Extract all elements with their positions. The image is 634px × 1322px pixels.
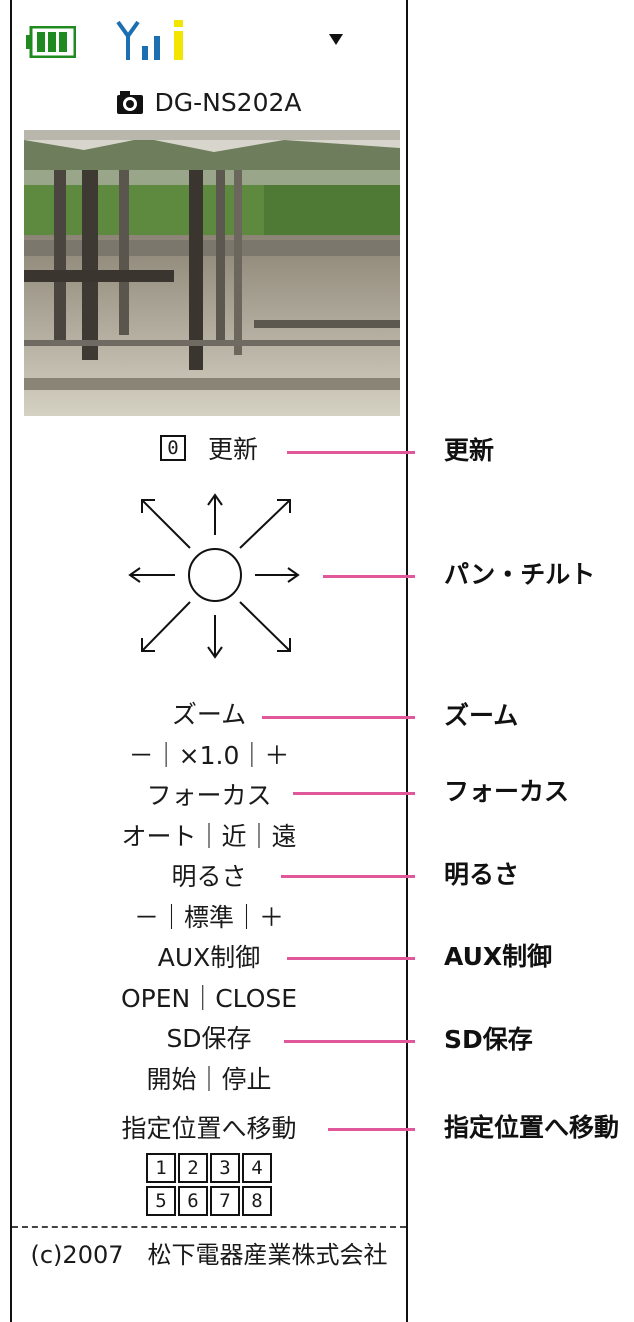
key-2[interactable]: 2: [178, 1153, 208, 1183]
key-4[interactable]: 4: [242, 1153, 272, 1183]
sd-title: SD保存: [166, 1024, 252, 1053]
callout-line-aux: [287, 957, 415, 960]
callout-zoom: ズーム: [444, 701, 519, 730]
callout-line-focus: [293, 792, 415, 795]
callout-preset: 指定位置へ移動: [444, 1113, 620, 1142]
callout-line-refresh: [287, 451, 415, 454]
key-7[interactable]: 7: [210, 1186, 240, 1216]
callout-sd: SD保存: [444, 1025, 533, 1054]
callout-brightness: 明るさ: [444, 860, 520, 889]
callout-refresh: 更新: [444, 436, 495, 465]
callout-focus: フォーカス: [444, 777, 570, 806]
preset-keys-row-1: 1 2 3 4: [12, 1153, 406, 1183]
callout-pan-tilt: パン・チルト: [444, 560, 596, 589]
key-8[interactable]: 8: [242, 1186, 272, 1216]
callout-line-zoom: [262, 716, 415, 719]
sd-options[interactable]: 開始｜停止: [12, 1063, 406, 1097]
key-3[interactable]: 3: [210, 1153, 240, 1183]
key-1[interactable]: 1: [146, 1153, 176, 1183]
phone-lower-content: AUX制御 OPEN｜CLOSE SD保存 開始｜停止 指定位置へ移動 1 2 …: [12, 0, 406, 1322]
key-6[interactable]: 6: [178, 1186, 208, 1216]
callout-line-sd: [284, 1040, 415, 1043]
key-5[interactable]: 5: [146, 1186, 176, 1216]
footer-divider: [12, 1226, 406, 1228]
aux-options[interactable]: OPEN｜CLOSE: [12, 982, 406, 1016]
callout-line-pan-tilt: [323, 575, 415, 578]
callout-line-brightness: [281, 875, 415, 878]
callout-aux: AUX制御: [444, 942, 553, 971]
preset-keys-row-2: 5 6 7 8: [12, 1186, 406, 1216]
callout-line-preset: [328, 1128, 415, 1131]
copyright-footer: (c)2007 松下電器産業株式会社: [30, 1241, 388, 1269]
